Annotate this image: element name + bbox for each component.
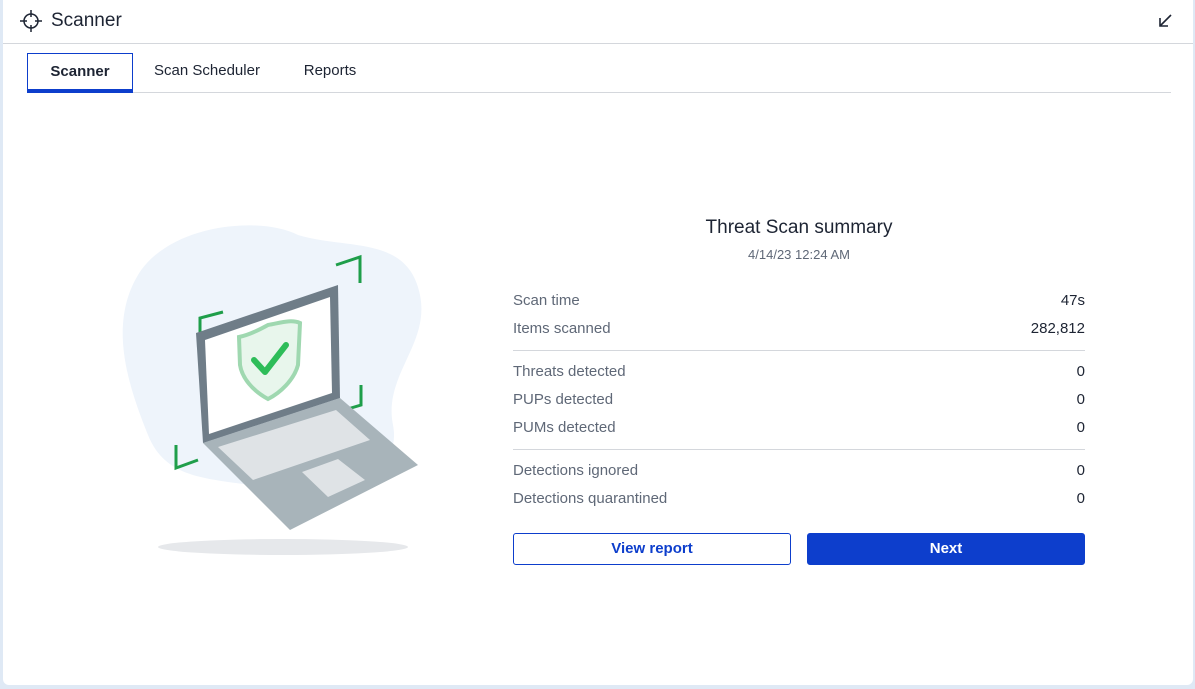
tab-scanner[interactable]: Scanner [27,53,133,93]
row-label: Detections ignored [513,462,639,479]
row-value: 0 [1076,363,1085,380]
row-detections-ignored: Detections ignored 0 [513,457,1085,485]
row-label: Scan time [513,292,580,309]
summary-title: Threat Scan summary [705,217,893,238]
tab-label: Scanner [50,63,110,80]
divider [513,449,1085,450]
row-label: Detections quarantined [513,490,668,507]
row-label: Threats detected [513,363,626,380]
row-label: Items scanned [513,320,611,337]
row-pups-detected: PUPs detected 0 [513,386,1085,414]
tab-reports[interactable]: Reports [295,53,365,92]
next-button[interactable]: Next [807,533,1085,565]
title-bar: Scanner [3,0,1193,44]
summary-rows: Scan time 47s Items scanned 282,812 Thre… [513,287,1085,513]
row-label: PUPs detected [513,391,614,408]
row-value: 0 [1076,391,1085,408]
row-value: 0 [1076,490,1085,507]
view-report-button[interactable]: View report [513,533,791,565]
summary-date: 4/14/23 12:24 AM [748,247,850,262]
action-buttons: View report Next [513,533,1085,565]
row-value: 0 [1076,419,1085,436]
row-label: PUMs detected [513,419,616,436]
tab-bar: Scanner Scan Scheduler Reports [27,53,1171,93]
row-value: 0 [1076,462,1085,479]
row-value: 47s [1060,292,1085,309]
laptop-shield-check-icon [122,225,422,555]
row-detections-quarantined: Detections quarantined 0 [513,485,1085,513]
crosshair-icon [20,10,42,32]
row-items-scanned: Items scanned 282,812 [513,315,1085,343]
tab-label: Reports [303,62,357,79]
tab-label: Scan Scheduler [154,62,260,79]
row-threats-detected: Threats detected 0 [513,358,1085,386]
divider [513,350,1085,351]
scan-summary-panel: Threat Scan summary 4/14/23 12:24 AM Sca… [513,205,1085,565]
window-title: Scanner [51,10,122,31]
row-pums-detected: PUMs detected 0 [513,414,1085,442]
tab-scan-scheduler[interactable]: Scan Scheduler [145,53,269,92]
scanner-window: Scanner Scanner Scan Scheduler Reports T… [3,0,1193,685]
row-value: 282,812 [1030,320,1085,337]
row-scan-time: Scan time 47s [513,287,1085,315]
arrow-down-left-icon[interactable] [1155,11,1175,31]
